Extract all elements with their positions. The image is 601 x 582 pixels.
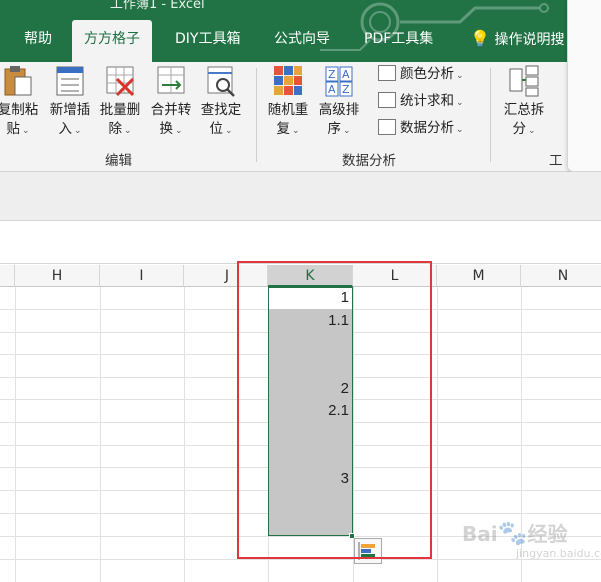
insert-label-2: 入 xyxy=(58,121,72,137)
stats-sum-menu[interactable]: 统计求和 ⌄ xyxy=(378,89,464,113)
random-repeat-button[interactable]: 随机重 复 ⌄ xyxy=(264,65,312,141)
tab-tell-me[interactable]: 💡 操作说明搜 xyxy=(470,20,564,62)
summary-split-label-1: 汇总拆 xyxy=(503,102,545,118)
select-all-corner[interactable] xyxy=(0,265,15,287)
column-header-i[interactable]: I xyxy=(100,265,184,287)
clipboard-icon xyxy=(3,65,33,97)
paw-icon: 🐾 xyxy=(497,519,528,547)
random-repeat-label-2: 复 xyxy=(276,121,290,137)
find-locate-label-1: 查找定 xyxy=(200,102,242,118)
group-separator xyxy=(256,68,257,162)
color-analysis-menu[interactable]: 颜色分析 ⌄ xyxy=(378,62,464,86)
tell-me-label: 操作说明搜 xyxy=(494,32,565,48)
insert-label-1: 新增插 xyxy=(49,102,91,118)
tab-diy-toolbox[interactable]: DIY工具箱 xyxy=(175,20,240,62)
find-locate-label-2: 位 xyxy=(209,121,223,137)
batch-delete-label-1: 批量删 xyxy=(99,102,141,118)
column-header-n[interactable]: N xyxy=(521,265,601,287)
tab-pdf-tools[interactable]: PDF工具集 xyxy=(364,20,433,62)
find-locate-button[interactable]: 查找定 位 ⌄ xyxy=(197,65,245,141)
column-header-j-label: J xyxy=(224,268,229,284)
summary-split-label-2: 分 xyxy=(512,121,526,137)
random-repeat-icon xyxy=(273,65,303,97)
tab-help[interactable]: 帮助 xyxy=(24,20,52,62)
svg-text:A: A xyxy=(342,68,350,81)
batch-delete-button[interactable]: 批量删 除 ⌄ xyxy=(96,65,144,141)
color-analysis-label: 颜色分析 xyxy=(400,66,454,82)
watermark-url: jingyan.baidu.com xyxy=(516,547,601,560)
batch-delete-icon xyxy=(105,65,135,97)
stats-sum-icon xyxy=(378,92,396,108)
title-bar: 工作簿1 - Excel 帮助 方方格子 DIY工具箱 公式向导 PDF工具集 … xyxy=(0,0,601,62)
advanced-sort-button[interactable]: Z A A Z 高级排 序 ⌄ xyxy=(315,65,363,141)
column-header-h[interactable]: H xyxy=(15,265,100,287)
find-locate-icon xyxy=(206,65,236,97)
ribbon: 复制粘 贴 ⌄ 新增插 入 ⌄ 批量删 除 ⌄ 合并转 换 ⌄ 查找定 位 ⌄ … xyxy=(0,62,601,172)
window-title: 工作簿1 - Excel xyxy=(110,0,205,12)
formula-bar[interactable] xyxy=(0,220,601,264)
column-header-m[interactable]: M xyxy=(437,265,521,287)
side-pane xyxy=(567,0,601,172)
group-label-edit: 编辑 xyxy=(105,153,132,169)
copy-paste-label-2: 贴 xyxy=(6,121,20,137)
insert-button[interactable]: 新增插 入 ⌄ xyxy=(46,65,94,141)
merge-convert-icon xyxy=(156,65,186,97)
color-analysis-icon xyxy=(378,65,396,81)
insert-rows-icon xyxy=(55,65,85,97)
red-highlight-box xyxy=(237,261,432,559)
group-label-truncated: 工 xyxy=(549,153,563,169)
baidu-watermark: Bai🐾经验 jingyan.baidu.com xyxy=(462,518,601,568)
advanced-sort-icon: Z A A Z xyxy=(324,65,354,97)
random-repeat-label-1: 随机重 xyxy=(267,102,309,118)
summary-split-icon xyxy=(509,65,539,97)
group-label-data-analysis: 数据分析 xyxy=(342,153,396,169)
svg-text:Z: Z xyxy=(328,68,336,81)
copy-paste-label-1: 复制粘 xyxy=(0,102,39,118)
tab-fangfang-gezi[interactable]: 方方格子 xyxy=(72,20,152,62)
tab-formula-wizard[interactable]: 公式向导 xyxy=(274,20,330,62)
merge-convert-button[interactable]: 合并转 换 ⌄ xyxy=(147,65,195,141)
batch-delete-label-2: 除 xyxy=(108,121,122,137)
advanced-sort-label-2: 序 xyxy=(327,121,341,137)
data-analysis-label: 数据分析 xyxy=(400,120,454,136)
merge-convert-label-2: 换 xyxy=(159,121,173,137)
data-analysis-menu[interactable]: 数据分析 ⌄ xyxy=(378,116,464,140)
svg-text:A: A xyxy=(328,83,336,96)
svg-text:Z: Z xyxy=(342,83,350,96)
merge-convert-label-1: 合并转 xyxy=(150,102,192,118)
watermark-text: Bai xyxy=(462,522,498,546)
stats-sum-label: 统计求和 xyxy=(400,93,454,109)
summary-split-button[interactable]: 汇总拆 分 ⌄ xyxy=(500,65,548,141)
watermark-text-2: 经验 xyxy=(527,522,568,546)
group-separator xyxy=(490,68,491,162)
lightbulb-icon: 💡 xyxy=(470,29,490,48)
data-analysis-icon xyxy=(378,119,396,135)
formula-area xyxy=(0,172,601,220)
advanced-sort-label-1: 高级排 xyxy=(318,102,360,118)
copy-paste-button[interactable]: 复制粘 贴 ⌄ xyxy=(0,65,42,141)
